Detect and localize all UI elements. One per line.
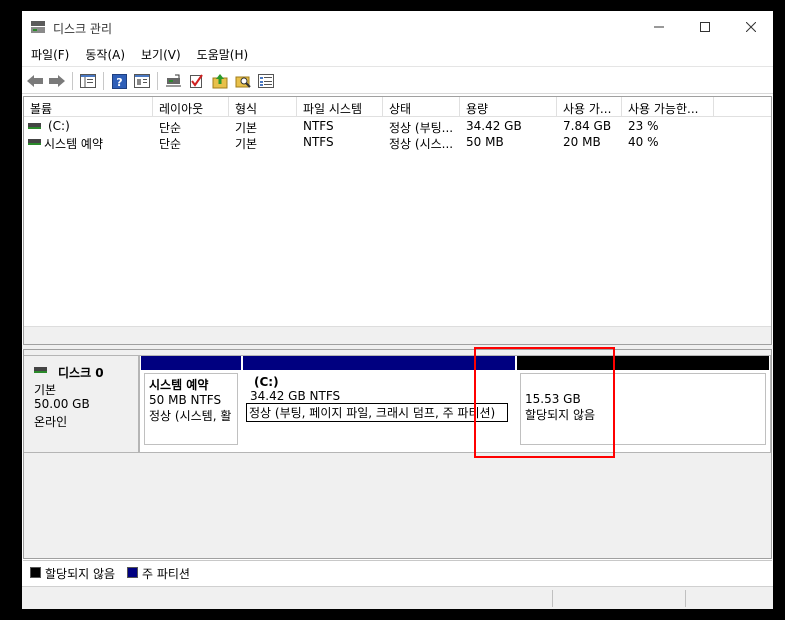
- search-folder-icon: [235, 76, 251, 88]
- search-folder-button[interactable]: [233, 71, 253, 91]
- title-bar: 디스크 관리: [22, 11, 773, 43]
- volume-drive-icon: [28, 123, 41, 129]
- up-folder-icon: [212, 74, 228, 89]
- partition-size-fs: 34.42 GB NTFS: [250, 389, 341, 403]
- check-button[interactable]: [186, 71, 206, 91]
- volume-capacity: 34.42 GB: [466, 119, 522, 133]
- forward-button[interactable]: [47, 71, 67, 91]
- partition-size-fs: 50 MB NTFS: [149, 393, 222, 407]
- check-icon: [189, 74, 203, 88]
- partition-status: 정상 (시스템, 활: [149, 409, 232, 423]
- svg-text:?: ?: [116, 76, 122, 89]
- close-button[interactable]: [728, 11, 773, 43]
- show-hide-console-tree-button[interactable]: [78, 71, 98, 91]
- disk-graphical-view: 디스크 0 기본 50.00 GB 온라인 시스템 예약 50 MB NTFS …: [23, 349, 772, 559]
- volume-layout: 단순: [159, 137, 182, 151]
- column-type[interactable]: 형식: [229, 97, 297, 117]
- close-icon: [746, 22, 756, 32]
- help-icon: ?: [111, 73, 127, 89]
- console-tree-icon: [80, 74, 96, 88]
- window-title: 디스크 관리: [53, 22, 113, 36]
- partition-bar: [141, 356, 241, 370]
- disk-drive-icon: [34, 367, 47, 373]
- volume-type: 기본: [235, 137, 258, 151]
- properties-button[interactable]: [132, 71, 152, 91]
- horizontal-scrollbar[interactable]: [24, 326, 771, 344]
- volume-list: 볼륨 레이아웃 형식 파일 시스템 상태 용량 사용 가... 사용 가능한..…: [23, 96, 772, 345]
- volume-capacity: 50 MB: [466, 135, 504, 149]
- partition-title: 시스템 예약: [149, 378, 209, 392]
- column-volume[interactable]: 볼륨: [24, 97, 153, 117]
- forward-arrow-icon: [49, 75, 65, 87]
- partition-status: 정상 (부팅, 페이지 파일, 크래시 덤프, 주 파티션): [246, 403, 508, 422]
- disk-management-window: 디스크 관리 파일(F) 동작(A) 보기(V) 도움말(H) ? 볼륨 레이아…: [22, 11, 773, 609]
- volume-name: 시스템 예약: [44, 137, 104, 151]
- volume-row-system-reserved[interactable]: 시스템 예약 단순 기본 NTFS 정상 (시스... 50 MB 20 MB …: [24, 134, 771, 151]
- minimize-button[interactable]: [636, 11, 682, 43]
- legend-primary-swatch: [127, 567, 138, 578]
- disk-type: 기본: [34, 383, 57, 397]
- up-folder-button[interactable]: [210, 71, 230, 91]
- volume-free: 20 MB: [563, 135, 601, 149]
- partition-system-reserved[interactable]: 시스템 예약 50 MB NTFS 정상 (시스템, 활: [141, 356, 241, 452]
- menu-help[interactable]: 도움말(H): [188, 43, 256, 65]
- maximize-button[interactable]: [682, 11, 728, 43]
- status-bar: [22, 586, 773, 609]
- legend-unallocated-label: 할당되지 않음: [45, 567, 116, 581]
- minimize-icon: [654, 26, 664, 28]
- volume-row-c[interactable]: (C:) 단순 기본 NTFS 정상 (부팅... 34.42 GB 7.84 …: [24, 118, 771, 135]
- partition-body: (C:) 34.42 GB NTFS 정상 (부팅, 페이지 파일, 크래시 덤…: [246, 373, 512, 445]
- volume-fs: NTFS: [303, 119, 334, 133]
- properties-icon: [134, 74, 150, 88]
- help-button[interactable]: ?: [109, 71, 129, 91]
- volume-free-pct: 40 %: [628, 135, 659, 149]
- disk-status: 온라인: [34, 415, 68, 429]
- volume-drive-icon: [28, 139, 41, 145]
- volume-list-header: 볼륨 레이아웃 형식 파일 시스템 상태 용량 사용 가... 사용 가능한..…: [24, 97, 771, 117]
- column-capacity[interactable]: 용량: [460, 97, 557, 117]
- menu-file[interactable]: 파일(F): [22, 43, 76, 65]
- column-layout[interactable]: 레이아웃: [153, 97, 229, 117]
- disk-size: 50.00 GB: [34, 397, 90, 411]
- volume-fs: NTFS: [303, 135, 334, 149]
- disk-management-app-icon: [31, 21, 45, 33]
- back-arrow-icon: [27, 75, 43, 87]
- list-view-icon: [258, 74, 274, 88]
- menu-bar: 파일(F) 동작(A) 보기(V) 도움말(H): [22, 43, 773, 65]
- column-percent-free[interactable]: 사용 가능한...: [622, 97, 714, 117]
- disk-0-info[interactable]: 디스크 0 기본 50.00 GB 온라인: [24, 355, 139, 453]
- maximize-icon: [700, 22, 710, 32]
- disk-0-partition-map: 시스템 예약 50 MB NTFS 정상 (시스템, 활 (C:) 34.42 …: [139, 355, 771, 453]
- partition-body: 시스템 예약 50 MB NTFS 정상 (시스템, 활: [144, 373, 238, 445]
- legend-unallocated-swatch: [30, 567, 41, 578]
- volume-status: 정상 (시스...: [389, 137, 454, 151]
- menu-view[interactable]: 보기(V): [132, 43, 188, 65]
- volume-free-pct: 23 %: [628, 119, 659, 133]
- volume-free: 7.84 GB: [563, 119, 612, 133]
- list-view-button[interactable]: [256, 71, 276, 91]
- column-status[interactable]: 상태: [383, 97, 460, 117]
- connect-disk-button[interactable]: [163, 71, 183, 91]
- back-button[interactable]: [25, 71, 45, 91]
- volume-name: (C:): [48, 119, 70, 133]
- highlight-rectangle: [474, 347, 615, 458]
- disk-name: 디스크 0: [58, 366, 104, 380]
- column-free-space[interactable]: 사용 가...: [557, 97, 622, 117]
- connect-disk-icon: [165, 74, 181, 87]
- legend: 할당되지 않음 주 파티션: [23, 560, 772, 582]
- column-file-system[interactable]: 파일 시스템: [297, 97, 383, 117]
- menu-action[interactable]: 동작(A): [76, 43, 132, 65]
- partition-title: (C:): [254, 375, 279, 389]
- toolbar: ?: [22, 66, 773, 94]
- legend-primary-label: 주 파티션: [142, 567, 190, 581]
